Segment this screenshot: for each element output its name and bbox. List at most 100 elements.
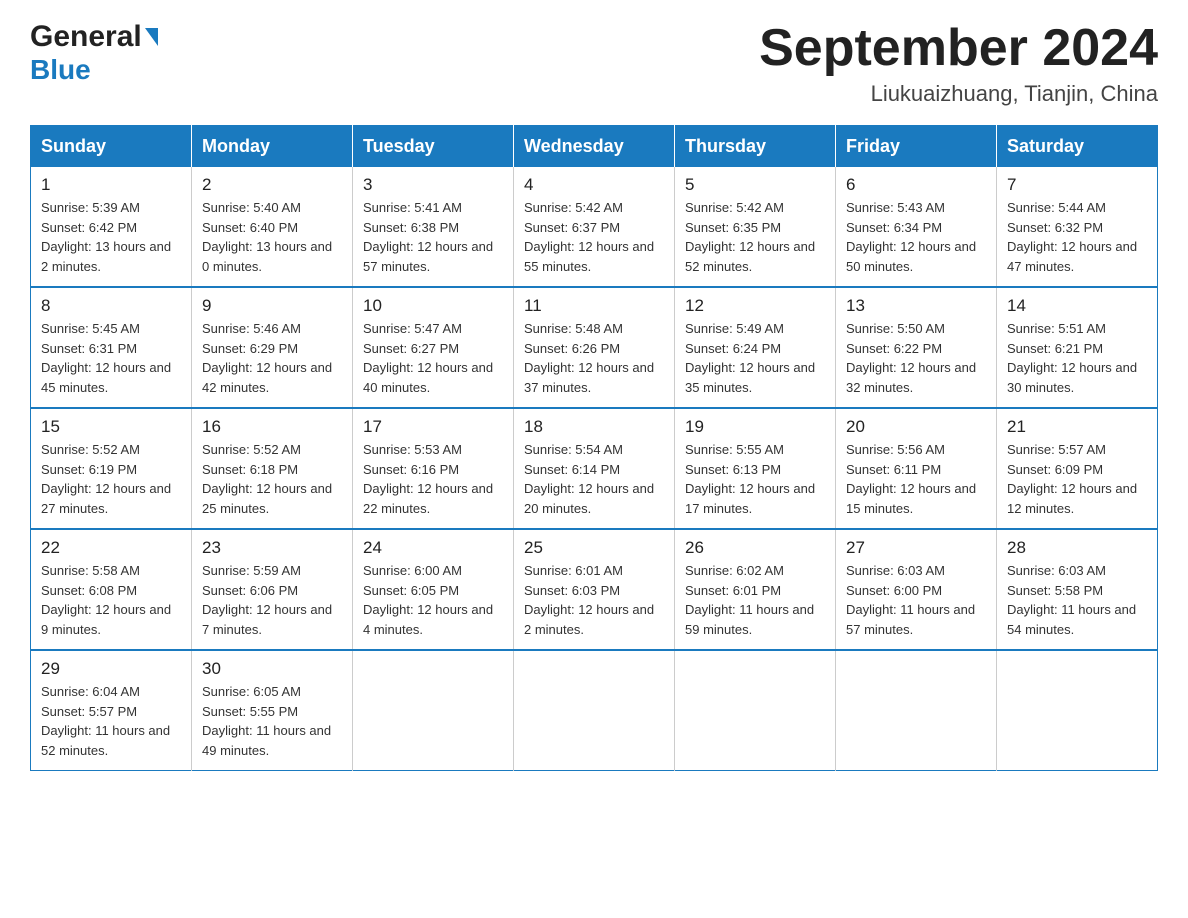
day-info: Sunrise: 5:52 AMSunset: 6:18 PMDaylight:…	[202, 440, 342, 518]
calendar-cell	[675, 650, 836, 771]
calendar-cell: 17 Sunrise: 5:53 AMSunset: 6:16 PMDayligh…	[353, 408, 514, 529]
calendar-cell: 15 Sunrise: 5:52 AMSunset: 6:19 PMDayligh…	[31, 408, 192, 529]
logo: General Blue	[30, 20, 158, 86]
calendar-cell: 18 Sunrise: 5:54 AMSunset: 6:14 PMDayligh…	[514, 408, 675, 529]
title-block: September 2024 Liukuaizhuang, Tianjin, C…	[759, 20, 1158, 107]
calendar-cell: 11Sunrise: 5:48 AMSunset: 6:26 PMDayligh…	[514, 287, 675, 408]
day-number: 9	[202, 296, 342, 316]
calendar-cell: 6 Sunrise: 5:43 AMSunset: 6:34 PMDaylight…	[836, 167, 997, 287]
day-number: 26	[685, 538, 825, 558]
day-info: Sunrise: 5:56 AMSunset: 6:11 PMDaylight:…	[846, 440, 986, 518]
day-header-monday: Monday	[192, 126, 353, 168]
logo-blue-text: Blue	[30, 54, 91, 86]
day-header-wednesday: Wednesday	[514, 126, 675, 168]
day-info: Sunrise: 5:45 AMSunset: 6:31 PMDaylight:…	[41, 319, 181, 397]
calendar-cell	[514, 650, 675, 771]
day-number: 16	[202, 417, 342, 437]
day-info: Sunrise: 5:42 AMSunset: 6:37 PMDaylight:…	[524, 198, 664, 276]
calendar-cell: 25 Sunrise: 6:01 AMSunset: 6:03 PMDayligh…	[514, 529, 675, 650]
day-info: Sunrise: 5:42 AMSunset: 6:35 PMDaylight:…	[685, 198, 825, 276]
day-number: 5	[685, 175, 825, 195]
day-info: Sunrise: 5:55 AMSunset: 6:13 PMDaylight:…	[685, 440, 825, 518]
calendar-cell	[353, 650, 514, 771]
day-number: 6	[846, 175, 986, 195]
day-number: 19	[685, 417, 825, 437]
calendar-cell: 22Sunrise: 5:58 AMSunset: 6:08 PMDayligh…	[31, 529, 192, 650]
calendar-cell: 14Sunrise: 5:51 AMSunset: 6:21 PMDayligh…	[997, 287, 1158, 408]
calendar-cell: 5 Sunrise: 5:42 AMSunset: 6:35 PMDaylight…	[675, 167, 836, 287]
day-header-saturday: Saturday	[997, 126, 1158, 168]
day-info: Sunrise: 5:39 AMSunset: 6:42 PMDaylight:…	[41, 198, 181, 276]
calendar-cell: 16 Sunrise: 5:52 AMSunset: 6:18 PMDayligh…	[192, 408, 353, 529]
day-info: Sunrise: 5:40 AMSunset: 6:40 PMDaylight:…	[202, 198, 342, 276]
calendar-table: SundayMondayTuesdayWednesdayThursdayFrid…	[30, 125, 1158, 771]
day-number: 2	[202, 175, 342, 195]
calendar-cell: 8 Sunrise: 5:45 AMSunset: 6:31 PMDaylight…	[31, 287, 192, 408]
day-number: 15	[41, 417, 181, 437]
day-number: 28	[1007, 538, 1147, 558]
calendar-cell: 28 Sunrise: 6:03 AMSunset: 5:58 PMDayligh…	[997, 529, 1158, 650]
day-number: 22	[41, 538, 181, 558]
day-number: 8	[41, 296, 181, 316]
day-info: Sunrise: 5:51 AMSunset: 6:21 PMDaylight:…	[1007, 319, 1147, 397]
day-number: 30	[202, 659, 342, 679]
day-info: Sunrise: 5:57 AMSunset: 6:09 PMDaylight:…	[1007, 440, 1147, 518]
day-info: Sunrise: 5:46 AMSunset: 6:29 PMDaylight:…	[202, 319, 342, 397]
day-info: Sunrise: 5:59 AMSunset: 6:06 PMDaylight:…	[202, 561, 342, 639]
calendar-week-row: 8 Sunrise: 5:45 AMSunset: 6:31 PMDaylight…	[31, 287, 1158, 408]
day-number: 17	[363, 417, 503, 437]
day-header-friday: Friday	[836, 126, 997, 168]
calendar-header-row: SundayMondayTuesdayWednesdayThursdayFrid…	[31, 126, 1158, 168]
day-info: Sunrise: 5:44 AMSunset: 6:32 PMDaylight:…	[1007, 198, 1147, 276]
day-info: Sunrise: 6:00 AMSunset: 6:05 PMDaylight:…	[363, 561, 503, 639]
calendar-cell: 13 Sunrise: 5:50 AMSunset: 6:22 PMDayligh…	[836, 287, 997, 408]
location-subtitle: Liukuaizhuang, Tianjin, China	[759, 81, 1158, 107]
day-number: 11	[524, 296, 664, 316]
calendar-cell: 4 Sunrise: 5:42 AMSunset: 6:37 PMDaylight…	[514, 167, 675, 287]
day-info: Sunrise: 5:53 AMSunset: 6:16 PMDaylight:…	[363, 440, 503, 518]
calendar-cell: 26 Sunrise: 6:02 AMSunset: 6:01 PMDayligh…	[675, 529, 836, 650]
day-info: Sunrise: 5:47 AMSunset: 6:27 PMDaylight:…	[363, 319, 503, 397]
calendar-cell: 2 Sunrise: 5:40 AMSunset: 6:40 PMDaylight…	[192, 167, 353, 287]
month-title: September 2024	[759, 20, 1158, 77]
calendar-week-row: 15 Sunrise: 5:52 AMSunset: 6:19 PMDayligh…	[31, 408, 1158, 529]
day-info: Sunrise: 5:49 AMSunset: 6:24 PMDaylight:…	[685, 319, 825, 397]
day-number: 23	[202, 538, 342, 558]
day-header-thursday: Thursday	[675, 126, 836, 168]
day-info: Sunrise: 6:02 AMSunset: 6:01 PMDaylight:…	[685, 561, 825, 639]
day-info: Sunrise: 5:54 AMSunset: 6:14 PMDaylight:…	[524, 440, 664, 518]
calendar-cell	[836, 650, 997, 771]
calendar-cell	[997, 650, 1158, 771]
calendar-cell: 7 Sunrise: 5:44 AMSunset: 6:32 PMDaylight…	[997, 167, 1158, 287]
day-info: Sunrise: 6:01 AMSunset: 6:03 PMDaylight:…	[524, 561, 664, 639]
calendar-cell: 10Sunrise: 5:47 AMSunset: 6:27 PMDayligh…	[353, 287, 514, 408]
logo-arrow-icon	[145, 28, 158, 46]
calendar-cell: 24Sunrise: 6:00 AMSunset: 6:05 PMDayligh…	[353, 529, 514, 650]
day-info: Sunrise: 5:52 AMSunset: 6:19 PMDaylight:…	[41, 440, 181, 518]
day-info: Sunrise: 6:04 AMSunset: 5:57 PMDaylight:…	[41, 682, 181, 760]
day-number: 29	[41, 659, 181, 679]
day-number: 25	[524, 538, 664, 558]
calendar-week-row: 1 Sunrise: 5:39 AMSunset: 6:42 PMDaylight…	[31, 167, 1158, 287]
day-info: Sunrise: 5:43 AMSunset: 6:34 PMDaylight:…	[846, 198, 986, 276]
day-number: 13	[846, 296, 986, 316]
day-info: Sunrise: 5:41 AMSunset: 6:38 PMDaylight:…	[363, 198, 503, 276]
day-number: 7	[1007, 175, 1147, 195]
calendar-cell: 27Sunrise: 6:03 AMSunset: 6:00 PMDayligh…	[836, 529, 997, 650]
calendar-cell: 19 Sunrise: 5:55 AMSunset: 6:13 PMDayligh…	[675, 408, 836, 529]
day-number: 4	[524, 175, 664, 195]
day-number: 21	[1007, 417, 1147, 437]
day-header-tuesday: Tuesday	[353, 126, 514, 168]
day-info: Sunrise: 6:03 AMSunset: 5:58 PMDaylight:…	[1007, 561, 1147, 639]
calendar-week-row: 22Sunrise: 5:58 AMSunset: 6:08 PMDayligh…	[31, 529, 1158, 650]
calendar-cell: 1 Sunrise: 5:39 AMSunset: 6:42 PMDaylight…	[31, 167, 192, 287]
day-info: Sunrise: 6:03 AMSunset: 6:00 PMDaylight:…	[846, 561, 986, 639]
day-info: Sunrise: 5:50 AMSunset: 6:22 PMDaylight:…	[846, 319, 986, 397]
day-number: 18	[524, 417, 664, 437]
calendar-cell: 12Sunrise: 5:49 AMSunset: 6:24 PMDayligh…	[675, 287, 836, 408]
calendar-cell: 3 Sunrise: 5:41 AMSunset: 6:38 PMDaylight…	[353, 167, 514, 287]
calendar-cell: 29 Sunrise: 6:04 AMSunset: 5:57 PMDayligh…	[31, 650, 192, 771]
calendar-cell: 30Sunrise: 6:05 AMSunset: 5:55 PMDayligh…	[192, 650, 353, 771]
day-number: 1	[41, 175, 181, 195]
day-number: 3	[363, 175, 503, 195]
